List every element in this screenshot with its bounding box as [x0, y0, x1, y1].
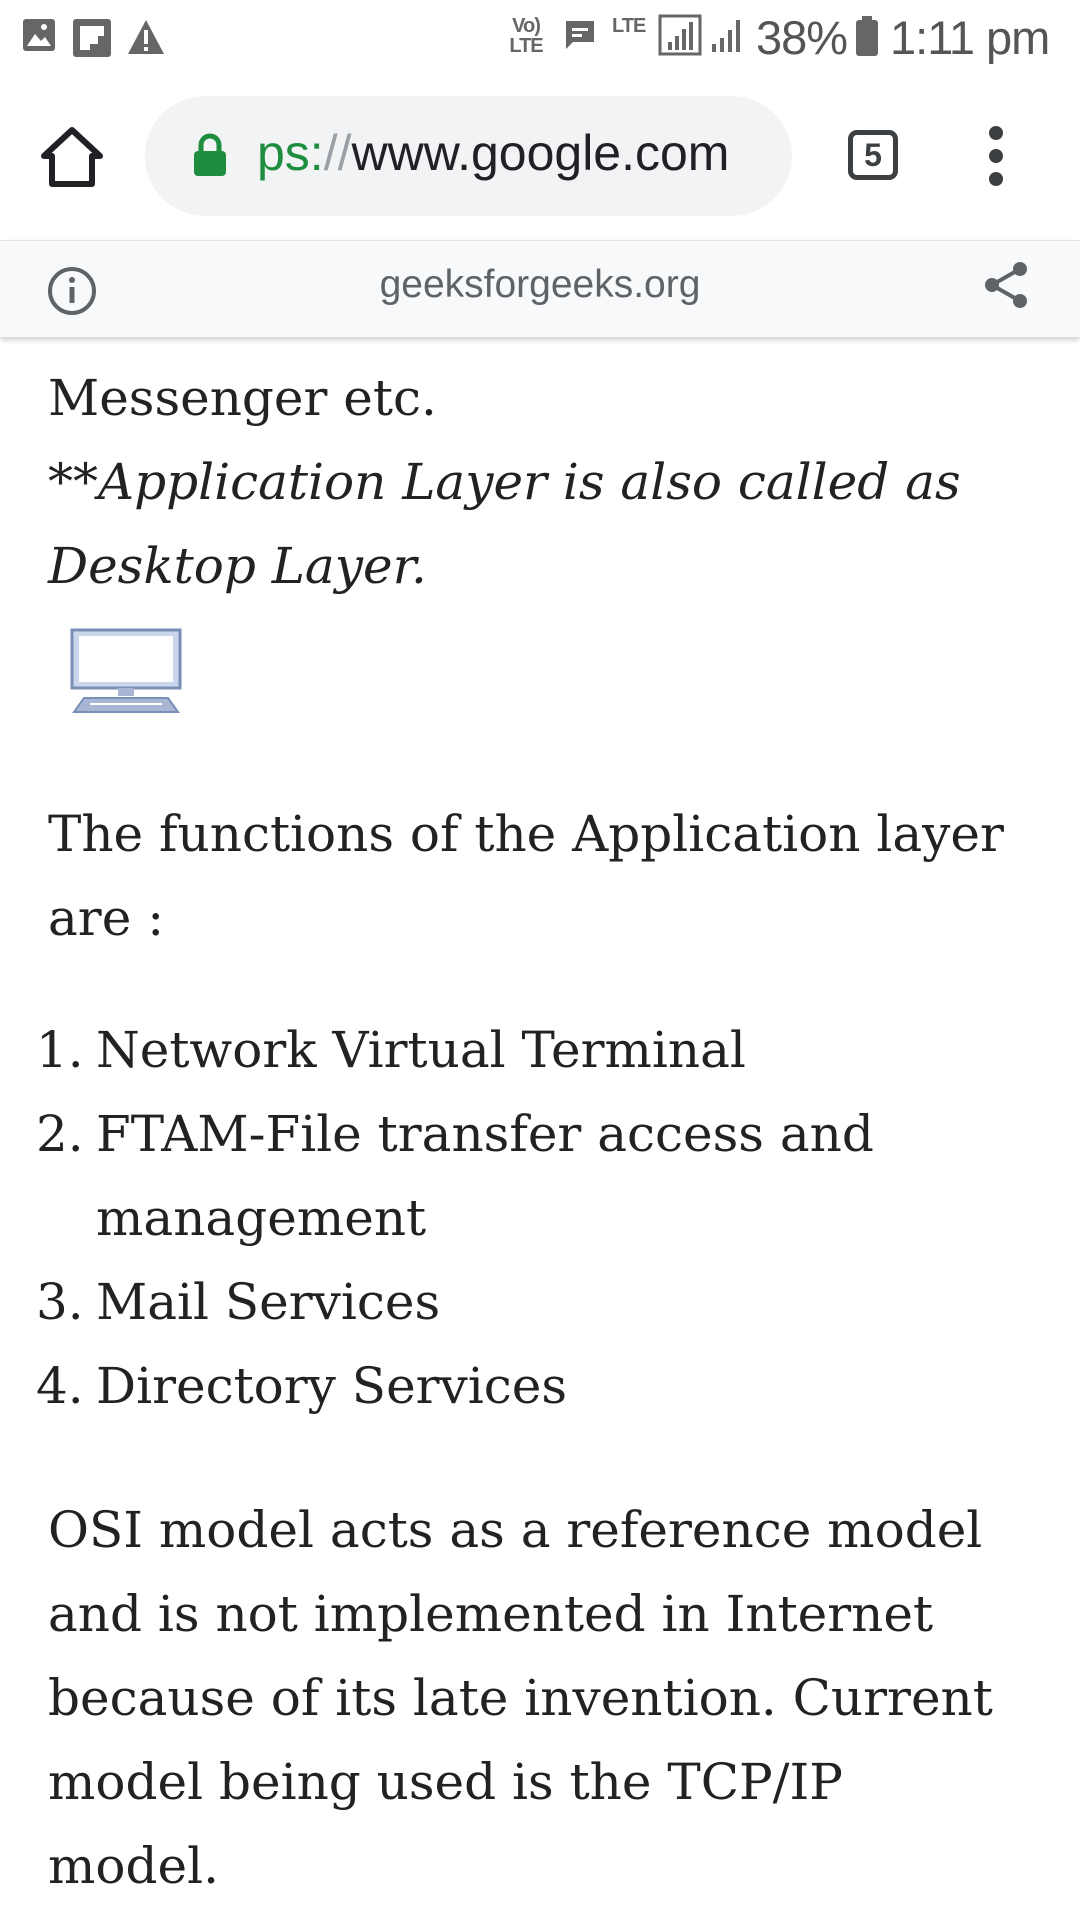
message-icon: [566, 21, 594, 49]
list-number: 1.: [36, 1021, 84, 1079]
omnibox[interactable]: ps://www.google.com: [145, 96, 792, 216]
functions-intro-line-2: are :: [48, 889, 165, 947]
list-item-text-continued: management: [96, 1189, 427, 1247]
desktop-computer-image: [70, 628, 182, 713]
list-item-text: Directory Services: [96, 1357, 568, 1415]
functions-intro-line-1: The functions of the Application layer: [48, 805, 1004, 863]
note-line-1: **Application Layer is also called as: [48, 453, 961, 511]
list-item: 3. Mail Services: [0, 1260, 1040, 1344]
url-scheme: ps:: [257, 125, 324, 181]
paragraph-messenger: Messenger etc.: [48, 369, 437, 427]
home-button[interactable]: [38, 124, 106, 188]
lock-icon: [194, 133, 226, 176]
menu-dot: [989, 172, 1003, 186]
list-item: 1. Network Virtual Terminal: [0, 1008, 1040, 1092]
list-number: 4.: [36, 1357, 84, 1415]
list-item-text: Network Virtual Terminal: [96, 1021, 746, 1079]
functions-list: 1. Network Virtual Terminal 2. FTAM-File…: [0, 1008, 1040, 1428]
lte-label: LTE: [612, 15, 646, 37]
list-number: 2.: [36, 1105, 84, 1163]
osi-line-5: model.: [48, 1837, 219, 1895]
osi-line-4: model being used is the TCP/IP: [48, 1753, 843, 1811]
battery-percent: 38%: [756, 11, 848, 64]
list-number: 3.: [36, 1273, 84, 1331]
overflow-menu-button[interactable]: [980, 124, 1012, 188]
status-bar: Vo) LTE LTE 38% 1:11 pm: [0, 0, 1080, 72]
tab-switcher-button[interactable]: 5: [848, 130, 898, 180]
image-notification-icon: [23, 19, 55, 51]
osi-line-2: and is not implemented in Internet: [48, 1585, 934, 1643]
note-line-2: Desktop Layer.: [48, 537, 427, 595]
url-slashes: //: [323, 125, 352, 181]
site-info-bar: geeksforgeeks.org: [0, 240, 1080, 337]
list-item: 2. FTAM-File transfer access and managem…: [0, 1092, 1040, 1260]
battery-icon: [856, 16, 878, 56]
clock: 1:11 pm: [890, 11, 1050, 64]
article-content: Messenger etc. **Application Layer is al…: [0, 336, 1080, 1920]
menu-dot: [989, 126, 1003, 140]
osi-line-3: because of its late invention. Current: [48, 1669, 993, 1727]
list-item-text: Mail Services: [96, 1273, 441, 1331]
warning-icon: [128, 20, 164, 54]
share-icon[interactable]: [982, 260, 1032, 310]
url-host: www.google.com: [351, 125, 730, 181]
menu-dot: [989, 149, 1003, 163]
flipboard-notification-icon: [73, 19, 111, 57]
url-text: ps://www.google.com: [257, 124, 729, 182]
list-item: 4. Directory Services: [0, 1344, 1040, 1428]
osi-line-1: OSI model acts as a reference model: [48, 1501, 983, 1559]
signal-1-icon: [658, 14, 702, 56]
volte-label: Vo) LTE: [509, 15, 543, 57]
site-domain: geeksforgeeks.org: [379, 263, 701, 306]
browser-toolbar: ps://www.google.com 5: [0, 72, 1080, 240]
list-item-text: FTAM-File transfer access and: [96, 1105, 874, 1163]
signal-2-icon: [712, 20, 740, 52]
